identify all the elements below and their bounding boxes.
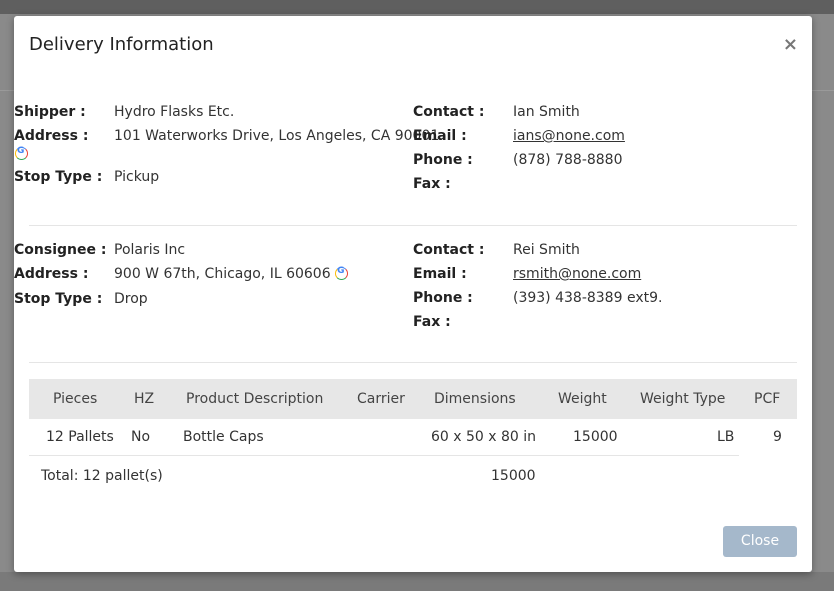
shipper-map-link[interactable] — [15, 146, 28, 162]
row-divider — [29, 455, 739, 456]
consignee-contact: Rei Smith — [513, 242, 580, 258]
column-header-weight: Weight — [558, 391, 607, 407]
cell-pieces: 12 Pallets — [46, 429, 114, 445]
consignee-email-link[interactable]: rsmith@none.com — [513, 266, 641, 282]
consignee-stop-type-label: Stop Type : — [14, 291, 103, 307]
shipper-email-link[interactable]: ians@none.com — [513, 128, 625, 144]
cell-weight: 15000 — [573, 429, 618, 445]
shipper-name: Hydro Flasks Etc. — [114, 104, 235, 120]
shipper-label: Shipper : — [14, 104, 86, 120]
consignee-label-row: Consignee : — [14, 242, 106, 258]
column-header-weight-type: Weight Type — [640, 391, 726, 407]
section-divider — [29, 362, 797, 363]
background-bottom — [0, 572, 834, 591]
background-right-strip — [812, 90, 834, 171]
column-header-carrier: Carrier — [357, 391, 405, 407]
column-header-pcf: PCF — [754, 391, 781, 407]
google-icon[interactable] — [335, 266, 349, 280]
consignee-phone-label: Phone : — [413, 290, 473, 306]
column-header-pieces: Pieces — [53, 391, 98, 407]
consignee-address-label: Address : — [14, 266, 89, 282]
shipper-stop-type-label: Stop Type : — [14, 169, 103, 185]
consignee-phone: (393) 438-8389 ext9. — [513, 290, 663, 306]
close-icon[interactable]: × — [783, 36, 798, 54]
consignee-stop-type-label-row: Stop Type : — [14, 291, 102, 307]
shipper-stop-type-label-row: Stop Type : — [14, 169, 102, 185]
shipper-phone: (878) 788-8880 — [513, 152, 623, 168]
shipper-email-label: Email : — [413, 128, 467, 144]
cell-dimensions: 60 x 50 x 80 in — [431, 429, 537, 445]
delivery-information-modal: Delivery Information × Shipper : Hydro F… — [14, 16, 812, 572]
column-header-product-description: Product Description — [186, 391, 324, 407]
consignee-label: Consignee : — [14, 242, 107, 258]
consignee-email-label: Email : — [413, 266, 467, 282]
consignee-contact-label: Contact : — [413, 242, 485, 258]
close-button[interactable]: Close — [723, 526, 797, 557]
total-weight: 15000 — [491, 468, 536, 484]
google-icon[interactable] — [15, 146, 28, 160]
shipper-address-label-row: Address : — [14, 128, 88, 144]
column-header-hz: HZ — [134, 391, 155, 407]
shipper-stop-type: Pickup — [114, 169, 160, 185]
shipper-contact-label: Contact : — [413, 104, 485, 120]
shipper-address: 101 Waterworks Drive, Los Angeles, CA 90… — [114, 128, 440, 144]
consignee-fax-label: Fax : — [413, 314, 451, 330]
consignee-name: Polaris Inc — [114, 242, 186, 258]
consignee-address-row: 900 W 67th, Chicago, IL 60606 — [114, 266, 349, 282]
background-topbar — [0, 0, 834, 14]
column-header-dimensions: Dimensions — [434, 391, 516, 407]
total-pallets: Total: 12 pallet(s) — [41, 468, 163, 484]
cell-weight-type: LB — [717, 429, 735, 445]
section-divider — [29, 225, 797, 226]
consignee-address: 900 W 67th, Chicago, IL 60606 — [114, 266, 331, 282]
shipper-address-label: Address : — [14, 128, 89, 144]
shipper-fax-label: Fax : — [413, 176, 451, 192]
cell-pcf: 9 — [773, 429, 782, 445]
shipper-contact: Ian Smith — [513, 104, 580, 120]
shipper-phone-label: Phone : — [413, 152, 473, 168]
consignee-stop-type: Drop — [114, 291, 148, 307]
shipper-label-row: Shipper : — [14, 104, 86, 120]
modal-title: Delivery Information — [29, 34, 214, 55]
cell-hz: No — [131, 429, 151, 445]
cell-product-description: Bottle Caps — [183, 429, 264, 445]
table-header: Pieces HZ Product Description Carrier Di… — [29, 379, 797, 419]
consignee-address-label-row: Address : — [14, 266, 88, 282]
